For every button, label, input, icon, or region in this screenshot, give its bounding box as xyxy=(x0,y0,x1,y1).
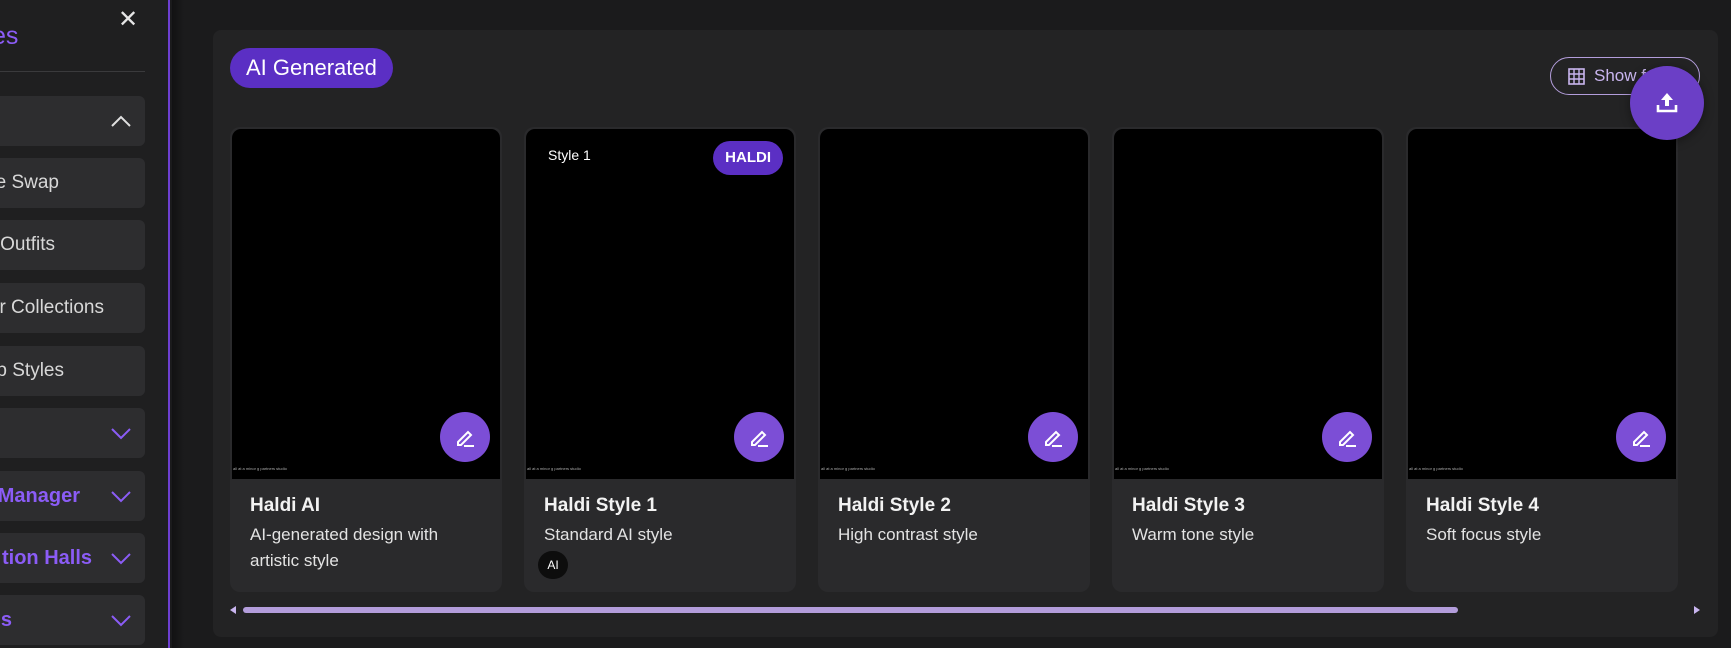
style-card[interactable]: Style 1 HALDI all at a minor g partners … xyxy=(524,127,796,592)
chevron-up-icon xyxy=(111,115,131,127)
card-title: Haldi Style 1 xyxy=(544,495,657,516)
edit-button[interactable] xyxy=(1322,412,1372,462)
thumbnail-caption: all at a minor g partners studio xyxy=(233,466,287,471)
sidebar-section[interactable] xyxy=(0,408,145,458)
style-card[interactable]: all at a minor g partners studio Haldi S… xyxy=(818,127,1090,592)
chevron-down-icon xyxy=(111,428,131,440)
style-card[interactable]: all at a minor g partners studio Haldi S… xyxy=(1112,127,1384,592)
divider xyxy=(0,71,145,72)
scroll-right-arrow[interactable] xyxy=(1694,606,1700,614)
sidebar-section-expanded[interactable] xyxy=(0,96,145,146)
chevron-down-icon xyxy=(111,553,131,565)
grid-icon xyxy=(1568,67,1585,85)
scroll-left-arrow[interactable] xyxy=(230,606,236,614)
sidebar-item-label: Outfits xyxy=(0,234,55,255)
edit-icon xyxy=(1045,430,1062,447)
sidebar-item-collections[interactable]: r Collections xyxy=(0,283,145,333)
sidebar-section-manager[interactable]: Manager xyxy=(0,471,145,521)
edit-button[interactable] xyxy=(1616,412,1666,462)
card-title: Haldi Style 2 xyxy=(838,495,951,516)
sidebar-item-label: Manager xyxy=(0,484,80,507)
card-description: Warm tone style xyxy=(1132,525,1255,544)
card-description: High contrast style xyxy=(838,525,978,544)
sidebar: ✕ es Face Swap Outfits r Collections p S… xyxy=(0,0,170,648)
edit-icon xyxy=(1633,430,1650,447)
edit-button[interactable] xyxy=(734,412,784,462)
chevron-down-icon xyxy=(111,491,131,503)
edit-button[interactable] xyxy=(440,412,490,462)
thumbnail-caption: all at a minor g partners studio xyxy=(821,466,875,471)
card-title: Haldi Style 3 xyxy=(1132,495,1245,516)
thumbnail-caption: all at a minor g partners studio xyxy=(1115,466,1169,471)
sidebar-item-face-swap[interactable]: Face Swap xyxy=(0,158,145,208)
styles-panel: AI Generated Show f all at a minor g par… xyxy=(213,30,1718,637)
style-card[interactable]: all at a minor g partners studio Haldi A… xyxy=(230,127,502,592)
thumbnail-caption: all at a minor g partners studio xyxy=(527,466,581,471)
sidebar-item-label: Face Swap xyxy=(0,172,59,193)
sidebar-title: es xyxy=(0,22,19,50)
sidebar-shadow xyxy=(172,0,184,648)
category-badge: AI Generated xyxy=(230,48,393,88)
sidebar-section-halls[interactable]: tion Halls xyxy=(0,533,145,583)
sidebar-item-label: p Styles xyxy=(0,360,64,381)
sidebar-item-outfits[interactable]: Outfits xyxy=(0,220,145,270)
card-title: Haldi AI xyxy=(250,495,321,516)
close-icon[interactable]: ✕ xyxy=(116,8,140,32)
sidebar-item-label: tion Halls xyxy=(1,546,92,569)
upload-button[interactable] xyxy=(1630,66,1704,140)
sidebar-item-label: s xyxy=(0,608,12,631)
edit-icon xyxy=(457,430,474,447)
card-title: Haldi Style 4 xyxy=(1426,495,1539,516)
style-tag: Style 1 xyxy=(548,147,591,163)
ai-chip: AI xyxy=(538,551,568,579)
edit-icon xyxy=(1339,430,1356,447)
upload-icon xyxy=(1656,93,1678,113)
haldi-badge: HALDI xyxy=(713,141,783,175)
card-description: Standard AI style xyxy=(544,525,673,544)
scroll-thumb[interactable] xyxy=(243,607,1458,613)
style-card[interactable]: all at a minor g partners studio Haldi S… xyxy=(1406,127,1678,592)
edit-icon xyxy=(751,430,768,447)
thumbnail-caption: all at a minor g partners studio xyxy=(1409,466,1463,471)
card-description: AI-generated design with artistic style xyxy=(250,525,439,570)
sidebar-item-label: r Collections xyxy=(0,297,104,318)
edit-button[interactable] xyxy=(1028,412,1078,462)
sidebar-section-s[interactable]: s xyxy=(0,595,145,645)
sidebar-item-styles[interactable]: p Styles xyxy=(0,346,145,396)
card-description: Soft focus style xyxy=(1426,525,1542,544)
card-carousel[interactable]: all at a minor g partners studio Haldi A… xyxy=(230,127,1710,592)
horizontal-scrollbar[interactable] xyxy=(230,605,1700,615)
chevron-down-icon xyxy=(111,615,131,627)
